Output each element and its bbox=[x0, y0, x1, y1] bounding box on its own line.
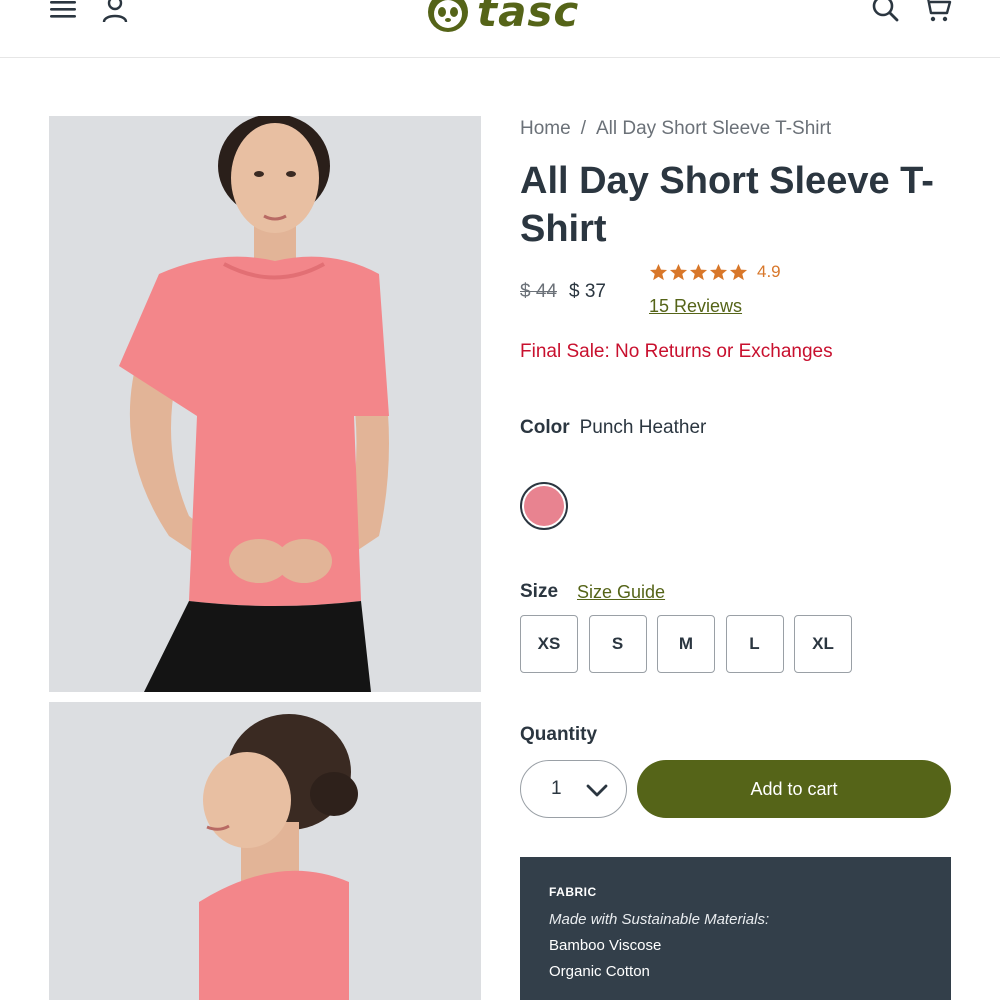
account-icon[interactable] bbox=[100, 0, 130, 26]
product-title: All Day Short Sleeve T-Shirt bbox=[520, 160, 934, 250]
color-swatch-punch-heather[interactable] bbox=[520, 482, 568, 530]
star-icon bbox=[709, 263, 728, 280]
logo-text: tasc bbox=[477, 0, 580, 36]
size-option-m[interactable]: M bbox=[657, 615, 715, 673]
chevron-down-icon bbox=[586, 784, 608, 797]
site-header: tasc bbox=[0, 0, 1000, 58]
star-icon bbox=[669, 263, 688, 280]
final-sale-notice: Final Sale: No Returns or Exchanges bbox=[520, 341, 833, 362]
breadcrumb-current: All Day Short Sleeve T-Shirt bbox=[595, 118, 832, 139]
fabric-material: Bamboo Viscose bbox=[549, 937, 662, 954]
star-icon bbox=[689, 263, 708, 280]
panda-logo-icon bbox=[428, 0, 468, 32]
quantity-label: Quantity bbox=[520, 724, 598, 745]
breadcrumb: Home / All Day Short Sleeve T-Shirt bbox=[520, 118, 831, 140]
sale-price: $ 37 bbox=[569, 281, 606, 302]
quantity-value: 1 bbox=[551, 778, 562, 799]
site-logo[interactable]: tasc bbox=[425, 0, 579, 36]
star-icon bbox=[729, 263, 748, 280]
product-image-side[interactable] bbox=[49, 702, 481, 1000]
rating-value: 4.9 bbox=[757, 262, 781, 281]
size-guide-link[interactable]: Size Guide bbox=[577, 582, 665, 603]
size-option-l[interactable]: L bbox=[725, 615, 784, 673]
color-row: Color Punch Heather bbox=[520, 417, 706, 439]
size-options: XS S M L XL bbox=[520, 615, 863, 673]
color-label: Color bbox=[520, 417, 570, 438]
fabric-panel: FABRIC Made with Sustainable Materials: … bbox=[520, 857, 951, 1000]
model-front-illustration bbox=[49, 116, 481, 692]
rating-stars[interactable]: 4.9 bbox=[649, 262, 781, 282]
menu-icon[interactable] bbox=[48, 0, 78, 26]
size-option-xs[interactable]: XS bbox=[520, 615, 578, 673]
model-side-illustration bbox=[49, 702, 481, 1000]
star-icon bbox=[649, 263, 668, 280]
search-icon[interactable] bbox=[870, 0, 900, 26]
fabric-material: Organic Cotton bbox=[549, 963, 650, 980]
size-option-s[interactable]: S bbox=[588, 615, 647, 673]
breadcrumb-home[interactable]: Home bbox=[520, 118, 571, 139]
swatch-fill bbox=[524, 486, 564, 526]
size-label: Size bbox=[520, 581, 559, 602]
product-image-front[interactable] bbox=[49, 116, 481, 692]
breadcrumb-separator: / bbox=[580, 118, 586, 139]
reviews-link[interactable]: 15 Reviews bbox=[649, 296, 742, 317]
original-price: $ 44 bbox=[520, 281, 557, 302]
size-option-xl[interactable]: XL bbox=[794, 615, 852, 673]
fabric-note: Made with Sustainable Materials: bbox=[549, 911, 770, 928]
add-to-cart-button[interactable]: Add to cart bbox=[637, 760, 951, 818]
quantity-select[interactable]: 1 bbox=[520, 760, 627, 818]
color-value: Punch Heather bbox=[579, 417, 707, 438]
fabric-heading: FABRIC bbox=[549, 885, 597, 899]
cart-icon[interactable] bbox=[922, 0, 952, 26]
